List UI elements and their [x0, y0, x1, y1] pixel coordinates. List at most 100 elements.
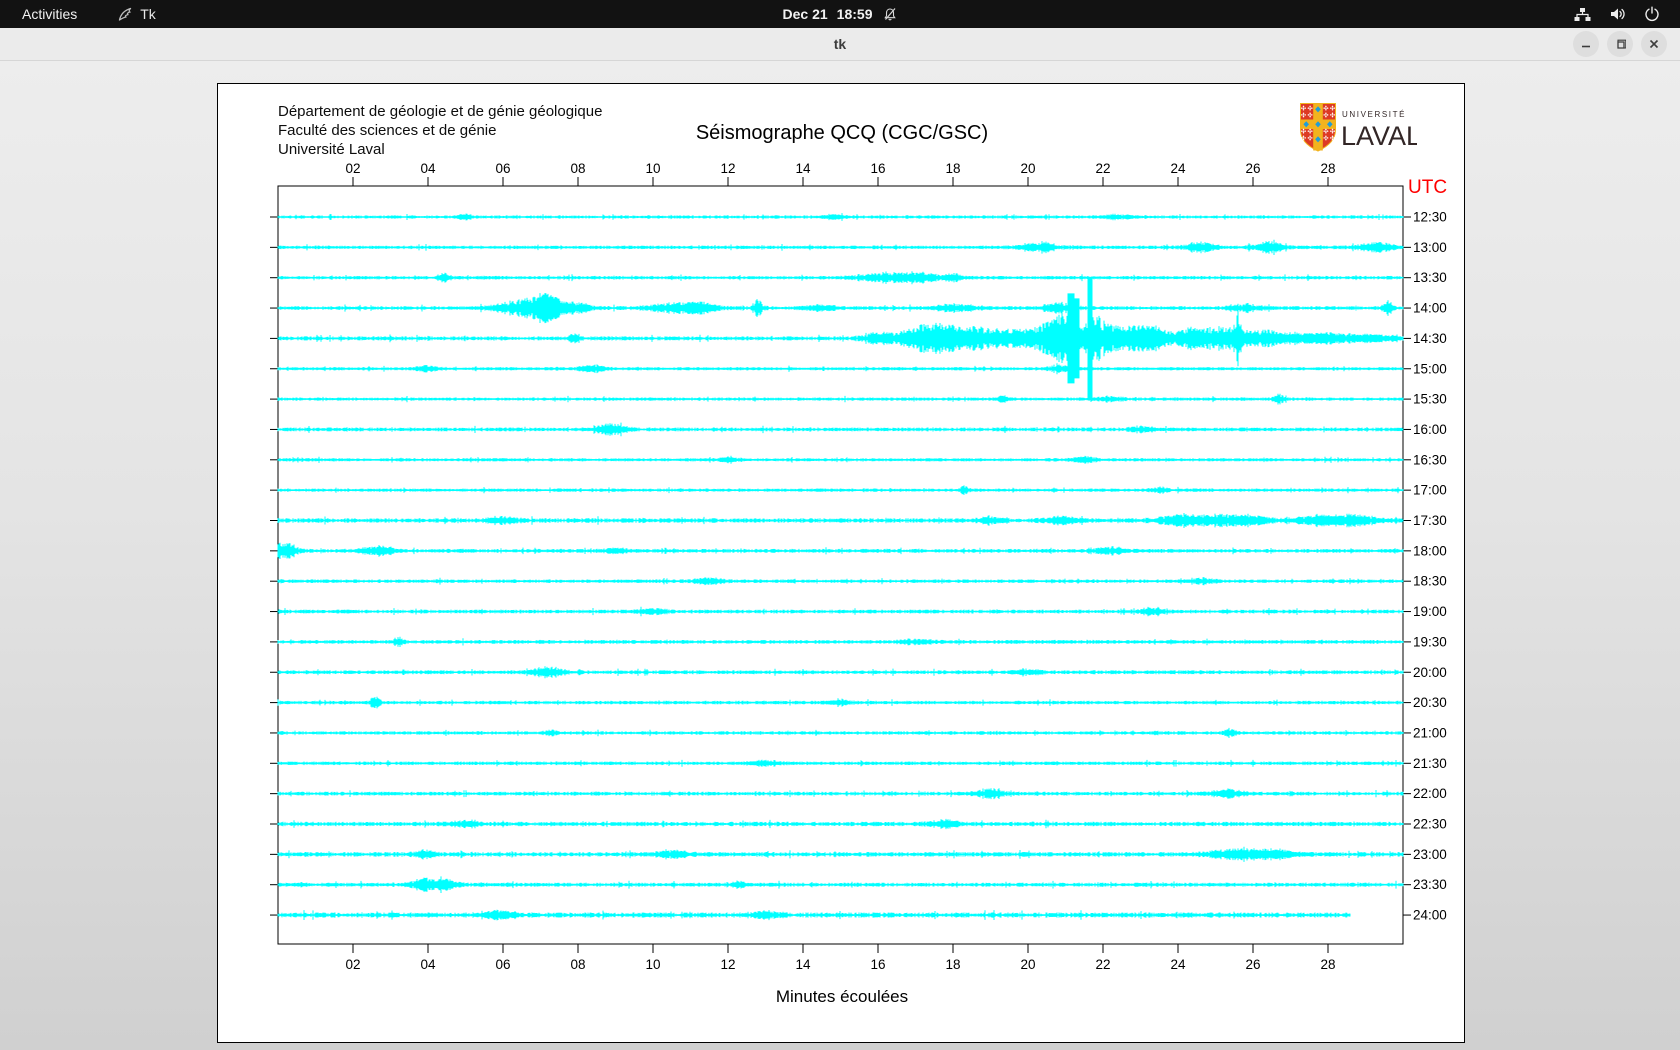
svg-text:08: 08 — [570, 957, 585, 972]
minimize-icon — [1582, 45, 1590, 48]
clock-date: Dec 21 — [782, 6, 828, 22]
svg-text:10: 10 — [645, 161, 660, 176]
utc-axis-right: 12:30 13:00 13:30 14:00 14:30 15:00 15:30 16:00… — [1403, 210, 1447, 923]
svg-text:15:00: 15:00 — [1413, 361, 1447, 376]
svg-text:08: 08 — [570, 161, 585, 176]
svg-text:22: 22 — [1095, 957, 1110, 972]
svg-text:04: 04 — [420, 161, 436, 176]
svg-text:24: 24 — [1170, 161, 1186, 176]
window-title: tk — [833, 36, 847, 52]
svg-text:16: 16 — [870, 161, 885, 176]
trace-row-14:00 — [277, 293, 1404, 324]
clock-time: 18:59 — [836, 6, 873, 22]
trace-row-19:00 — [277, 606, 1404, 617]
svg-text:28: 28 — [1320, 161, 1335, 176]
svg-text:17:00: 17:00 — [1413, 483, 1447, 498]
svg-text:02: 02 — [345, 957, 360, 972]
activities-button[interactable]: Activities — [18, 6, 81, 22]
maximize-icon — [1617, 39, 1626, 49]
plot-border — [277, 185, 1404, 945]
svg-text:21:00: 21:00 — [1413, 725, 1447, 740]
tk-feather-icon — [119, 7, 132, 21]
trace-row-13:00 — [277, 239, 1404, 255]
trace-row-15:30 — [277, 393, 1404, 405]
trace-row-23:30 — [277, 876, 1404, 893]
svg-text:06: 06 — [495, 161, 510, 176]
seismogram-traces — [277, 213, 1404, 921]
svg-text:02: 02 — [345, 161, 360, 176]
svg-text:14:00: 14:00 — [1413, 301, 1447, 316]
trace-row-24:00 — [277, 909, 1351, 921]
trace-row-21:00 — [277, 727, 1404, 738]
clock-menu[interactable]: Dec 21 18:59 — [783, 6, 898, 22]
svg-text:20: 20 — [1020, 957, 1035, 972]
svg-text:12: 12 — [720, 161, 735, 176]
svg-text:28: 28 — [1320, 957, 1335, 972]
trace-row-16:30 — [277, 455, 1404, 464]
svg-text:12:30: 12:30 — [1413, 210, 1447, 225]
tick-marks-left — [270, 216, 278, 916]
svg-text:13:30: 13:30 — [1413, 270, 1447, 285]
svg-text:20:30: 20:30 — [1413, 695, 1447, 710]
svg-text:23:00: 23:00 — [1413, 847, 1447, 862]
svg-text:26: 26 — [1245, 161, 1260, 176]
svg-text:21:30: 21:30 — [1413, 756, 1447, 771]
svg-text:18:00: 18:00 — [1413, 543, 1447, 558]
seismogram-plot: 02 04 06 08 10 12 14 16 18 20 22 24 26 28 02 04 06 08 10 1… — [270, 161, 1447, 1006]
notifications-off-icon — [884, 7, 896, 20]
svg-text:24: 24 — [1170, 957, 1186, 972]
trace-row-21:30 — [277, 759, 1404, 767]
svg-text:14: 14 — [795, 957, 811, 972]
focused-app-menu[interactable]: Tk — [117, 6, 156, 22]
trace-row-18:00 — [277, 542, 1404, 559]
power-icon — [1645, 6, 1659, 22]
trace-row-15:00 — [277, 363, 1404, 375]
svg-text:13:00: 13:00 — [1413, 240, 1447, 255]
svg-text:23:30: 23:30 — [1413, 877, 1447, 892]
svg-text:26: 26 — [1245, 957, 1260, 972]
svg-text:12: 12 — [720, 957, 735, 972]
svg-text:15:30: 15:30 — [1413, 392, 1447, 407]
x-axis-top: 02 04 06 08 10 12 14 16 18 20 22 24 26 28 — [345, 161, 1336, 186]
svg-text:19:00: 19:00 — [1413, 604, 1447, 619]
svg-text:14: 14 — [795, 161, 811, 176]
trace-row-18:30 — [277, 577, 1404, 586]
svg-text:16:00: 16:00 — [1413, 422, 1447, 437]
trace-row-20:30 — [277, 696, 1404, 709]
svg-text:18: 18 — [945, 957, 960, 972]
svg-text:10: 10 — [645, 957, 660, 972]
svg-text:18:30: 18:30 — [1413, 574, 1447, 589]
trace-row-16:00 — [277, 422, 1404, 437]
svg-text:22:00: 22:00 — [1413, 786, 1447, 801]
trace-row-19:30 — [277, 636, 1404, 647]
trace-row-12:30 — [277, 213, 1404, 221]
svg-text:17:30: 17:30 — [1413, 513, 1447, 528]
svg-text:20: 20 — [1020, 161, 1035, 176]
svg-text:19:30: 19:30 — [1413, 634, 1447, 649]
svg-text:06: 06 — [495, 957, 510, 972]
minimize-button[interactable] — [1573, 31, 1599, 57]
svg-text:16: 16 — [870, 957, 885, 972]
trace-row-17:00 — [277, 485, 1404, 495]
close-button[interactable] — [1641, 31, 1667, 57]
trace-row-22:30 — [277, 818, 1404, 830]
svg-text:14:30: 14:30 — [1413, 331, 1447, 346]
focused-app-name: Tk — [140, 6, 156, 22]
trace-row-13:30 — [277, 271, 1404, 285]
svg-text:16:30: 16:30 — [1413, 452, 1447, 467]
maximize-button[interactable] — [1607, 31, 1633, 57]
close-icon — [1649, 39, 1659, 49]
x-axis-bottom: 02 04 06 08 10 12 14 16 18 20 22 24 26 28 — [345, 944, 1336, 972]
svg-text:22: 22 — [1095, 161, 1110, 176]
system-status-area[interactable] — [1573, 0, 1660, 28]
window-title-bar[interactable]: tk — [0, 28, 1680, 61]
svg-text:04: 04 — [420, 957, 436, 972]
svg-text:24:00: 24:00 — [1413, 908, 1447, 923]
volume-icon — [1611, 8, 1625, 20]
trace-row-20:00 — [277, 666, 1404, 679]
trace-row-14:30 — [277, 278, 1404, 399]
seismograph-canvas: Département de géologie et de génie géol… — [217, 83, 1465, 1043]
gnome-top-bar: Activities Tk Dec 21 18:59 — [0, 0, 1680, 28]
trace-row-22:00 — [277, 788, 1404, 800]
svg-text:22:30: 22:30 — [1413, 817, 1447, 832]
